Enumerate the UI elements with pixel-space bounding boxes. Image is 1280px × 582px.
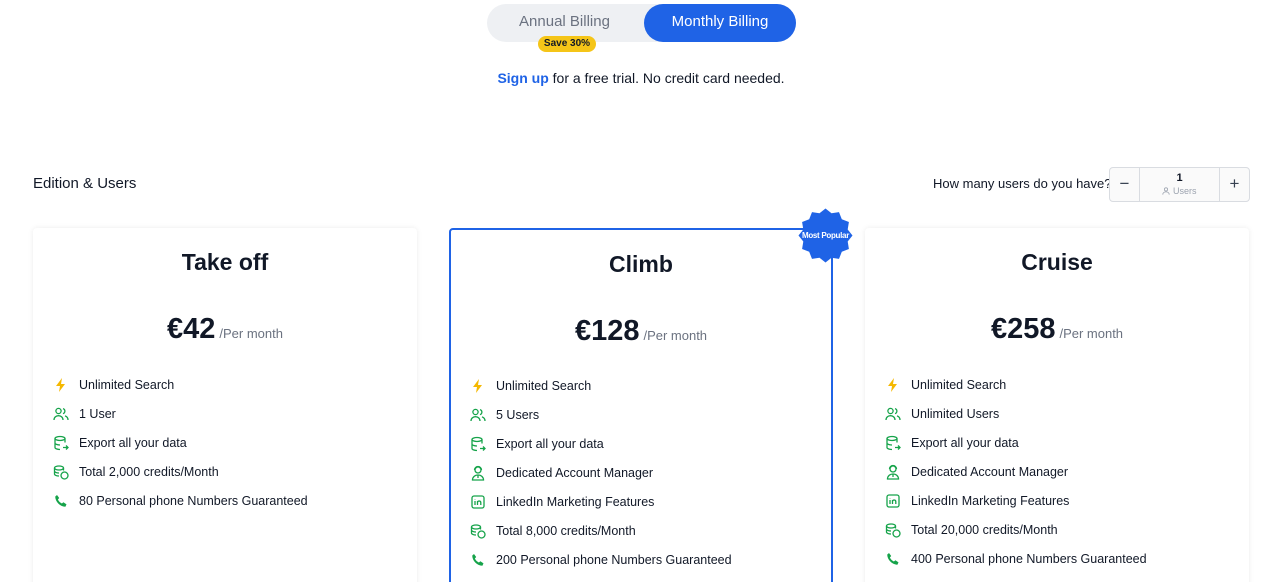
feature-item: Unlimited Search — [53, 370, 308, 399]
signup-text: for a free trial. No credit card needed. — [548, 70, 785, 86]
feature-item: LinkedIn Marketing Features — [885, 486, 1147, 515]
feature-text: Dedicated Account Manager — [911, 464, 1069, 479]
feature-text: Total 2,000 credits/Month — [79, 464, 219, 479]
users-count-value: 1 — [1176, 172, 1183, 184]
plan-price: €42 — [167, 313, 216, 345]
feature-item: Export all your data — [885, 428, 1147, 457]
feature-text: 400 Personal phone Numbers Guaranteed — [911, 551, 1147, 566]
users-icon — [885, 406, 901, 422]
feature-item: Total 2,000 credits/Month — [53, 457, 308, 486]
user-icon — [1162, 187, 1171, 195]
plan-price: €128 — [574, 315, 640, 347]
users-count-field[interactable]: 1 Users — [1140, 168, 1219, 201]
feature-item: 1 User — [53, 399, 308, 428]
linkedin-icon — [885, 493, 901, 509]
coins-icon — [885, 522, 901, 538]
feature-text: Unlimited Search — [79, 377, 175, 392]
feature-text: Export all your data — [496, 436, 604, 451]
save-badge: Save 30% — [538, 36, 596, 52]
price-period: /Per month — [219, 326, 283, 341]
plan-card-cruise: Cruise €258/Per month Unlimited Search Un… — [865, 228, 1249, 582]
plan-name: Climb — [609, 251, 673, 277]
plan-name: Cruise — [1021, 249, 1093, 275]
users-question: How many users do you have? — [933, 176, 1112, 191]
coins-icon — [470, 523, 486, 539]
feature-item: 80 Personal phone Numbers Guaranteed — [53, 486, 308, 515]
phone-icon — [470, 552, 486, 568]
feature-text: Unlimited Search — [911, 377, 1007, 392]
feature-item: Dedicated Account Manager — [470, 458, 732, 487]
feature-item: 400 Personal phone Numbers Guaranteed — [885, 544, 1147, 573]
feature-item: Unlimited Users — [885, 399, 1147, 428]
feature-item: Total 20,000 credits/Month — [885, 515, 1147, 544]
feature-text: Export all your data — [911, 435, 1019, 450]
feature-text: Export all your data — [79, 435, 187, 450]
feature-item: Export all your data — [53, 428, 308, 457]
most-popular-badge: Most Popular — [798, 208, 853, 263]
feature-item: Total 8,000 credits/Month — [470, 516, 732, 545]
monthly-billing-option[interactable]: Monthly Billing — [644, 4, 796, 42]
phone-icon — [53, 493, 69, 509]
feature-item: Export all your data — [470, 429, 732, 458]
plan-card-take-off: Take off €42/Per month Unlimited Search 1… — [33, 228, 417, 582]
feature-text: Unlimited Search — [496, 378, 592, 393]
price-row: €128/Per month — [451, 315, 831, 348]
users-unit: Users — [1140, 186, 1219, 196]
price-row: €42/Per month — [33, 313, 417, 346]
lightning-icon — [470, 378, 486, 394]
price-period: /Per month — [643, 328, 708, 343]
feature-item: Unlimited Search — [885, 370, 1147, 399]
most-popular-label: Most Popular — [801, 231, 850, 240]
plan-name: Take off — [181, 249, 269, 275]
feature-text: Total 20,000 credits/Month — [911, 522, 1058, 537]
plan-price: €258 — [990, 313, 1056, 345]
feature-item: LinkedIn Marketing Features — [470, 487, 732, 516]
feature-list: Unlimited Search 5 Users Export all your d… — [470, 371, 732, 574]
feature-list: Unlimited Search 1 User Export all your da… — [53, 370, 308, 515]
plan-card-climb: Climb €128/Per month Unlimited Search 5 U… — [449, 228, 833, 582]
feature-text: LinkedIn Marketing Features — [496, 494, 655, 509]
feature-item: 200 Personal phone Numbers Guaranteed — [470, 545, 732, 574]
coins-icon — [53, 464, 69, 480]
feature-list: Unlimited Search Unlimited Users Export al… — [885, 370, 1147, 573]
lightning-icon — [885, 377, 901, 393]
users-icon — [470, 407, 486, 423]
lightning-icon — [53, 377, 69, 393]
feature-text: 80 Personal phone Numbers Guaranteed — [79, 493, 308, 508]
users-stepper: − 1 Users + — [1109, 167, 1250, 202]
feature-text: 200 Personal phone Numbers Guaranteed — [496, 552, 732, 567]
account-manager-icon — [470, 465, 486, 481]
decrement-users-button[interactable]: − — [1110, 168, 1140, 201]
section-title: Edition & Users — [33, 175, 137, 192]
feature-text: LinkedIn Marketing Features — [911, 493, 1070, 508]
feature-item: 5 Users — [470, 400, 732, 429]
signup-link[interactable]: Sign up — [497, 70, 548, 86]
billing-toggle: Annual Billing Monthly Billing — [487, 4, 796, 42]
feature-text: 1 User — [79, 406, 116, 421]
export-database-icon — [470, 436, 486, 452]
signup-line: Sign up for a free trial. No credit card… — [0, 70, 1280, 86]
users-icon — [53, 406, 69, 422]
feature-item: Dedicated Account Manager — [885, 457, 1147, 486]
price-period: /Per month — [1059, 326, 1124, 341]
phone-icon — [885, 551, 901, 567]
linkedin-icon — [470, 494, 486, 510]
feature-text: Total 8,000 credits/Month — [496, 523, 636, 538]
account-manager-icon — [885, 464, 901, 480]
price-row: €258/Per month — [865, 313, 1249, 346]
feature-text: Unlimited Users — [911, 406, 1000, 421]
feature-text: Dedicated Account Manager — [496, 465, 654, 480]
increment-users-button[interactable]: + — [1219, 168, 1249, 201]
export-database-icon — [53, 435, 69, 451]
export-database-icon — [885, 435, 901, 451]
feature-item: Unlimited Search — [470, 371, 732, 400]
feature-text: 5 Users — [496, 407, 540, 422]
users-unit-label: Users — [1173, 186, 1197, 196]
